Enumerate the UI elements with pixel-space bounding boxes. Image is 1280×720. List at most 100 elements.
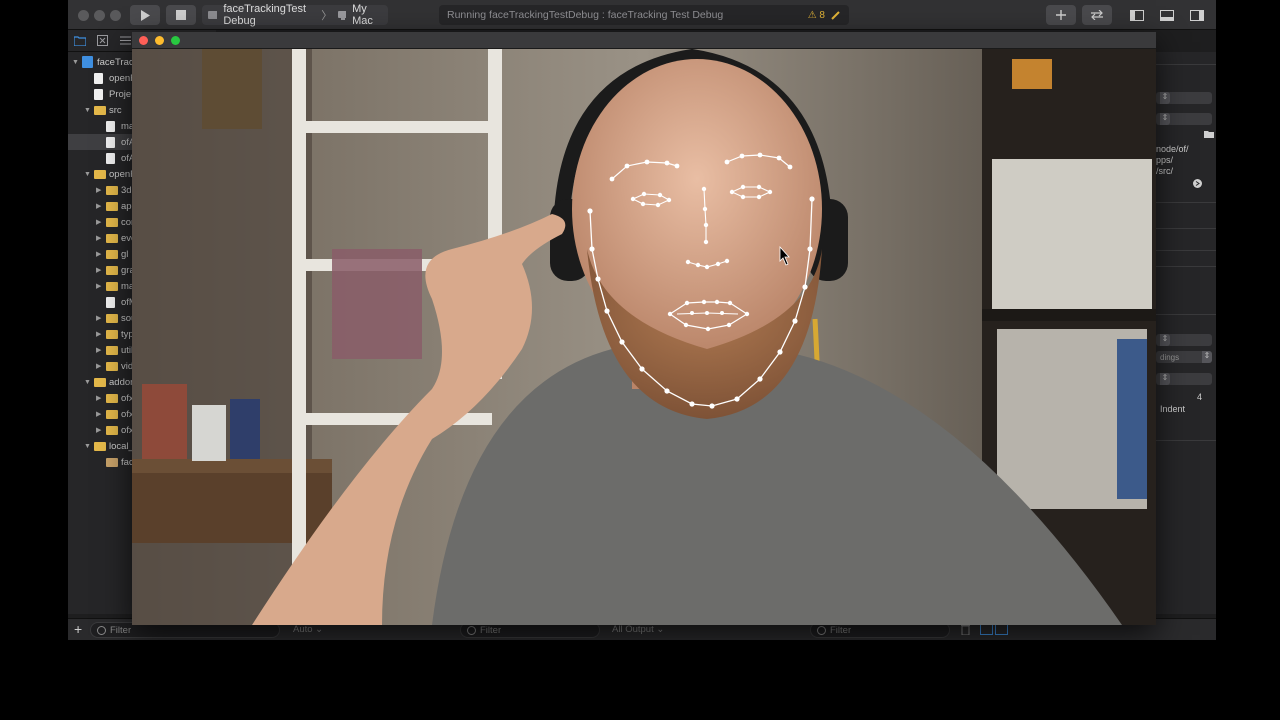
app-title-bar (132, 32, 1156, 49)
disclosure-open-icon[interactable]: ▼ (84, 379, 91, 386)
run-button[interactable] (130, 5, 160, 25)
folder-icon (106, 282, 118, 291)
folder-icon (106, 330, 118, 339)
inspector-popup-2[interactable] (1156, 113, 1212, 125)
navigator-item[interactable]: ▶ ofx (68, 422, 136, 438)
disclosure-open-icon[interactable]: ▼ (84, 171, 91, 178)
toggle-navigator-button[interactable] (1124, 5, 1150, 25)
disclosure-closed-icon[interactable]: ▶ (96, 394, 101, 402)
navigator-item[interactable]: ▶ ofx (68, 406, 136, 422)
auto-variables-popup[interactable]: Auto ⌄ (293, 624, 323, 635)
status-text: Running faceTrackingTestDebug : faceTrac… (447, 9, 724, 21)
disclosure-closed-icon[interactable]: ▶ (96, 330, 101, 338)
navigator-item[interactable]: Proje (68, 86, 136, 102)
trash-icon[interactable] (961, 624, 970, 635)
warning-count[interactable]: ⚠ 8 (808, 10, 825, 21)
app-target-icon (208, 11, 218, 19)
navigator-item[interactable]: ▶ util (68, 342, 136, 358)
disclosure-open-icon[interactable]: ▼ (84, 107, 91, 114)
navigator-item[interactable]: ma (68, 118, 136, 134)
folder-small-icon[interactable] (1204, 130, 1214, 138)
app-close-button[interactable] (139, 36, 148, 45)
folder-icon[interactable] (74, 35, 86, 46)
navigator-item[interactable]: ▶ gra (68, 262, 136, 278)
disclosure-closed-icon[interactable]: ▶ (96, 186, 101, 194)
disclosure-open-icon[interactable]: ▼ (72, 59, 79, 66)
disclosure-closed-icon[interactable]: ▶ (96, 346, 101, 354)
disclosure-closed-icon[interactable]: ▶ (96, 426, 101, 434)
inspector-divider (1156, 314, 1216, 315)
close-button[interactable] (78, 10, 89, 21)
navigator-item[interactable]: ▶ app (68, 198, 136, 214)
disclosure-open-icon[interactable]: ▼ (84, 443, 91, 450)
all-output-popup[interactable]: All Output ⌄ (612, 624, 664, 635)
disclosure-closed-icon[interactable]: ▶ (96, 250, 101, 258)
disclosure-closed-icon[interactable]: ▶ (96, 314, 101, 322)
add-library-button[interactable] (1046, 5, 1076, 25)
scheme-label: faceTrackingTest Debug (223, 3, 307, 27)
navigator-item[interactable]: ▼ openF (68, 166, 136, 182)
indent-using-popup[interactable] (1156, 373, 1212, 385)
navigator-item[interactable]: ▶com (68, 214, 136, 230)
symbol-navigator-icon[interactable] (120, 35, 131, 46)
disclosure-closed-icon[interactable]: ▶ (96, 266, 101, 274)
folder-icon (106, 362, 118, 371)
navigator-item[interactable]: ▶ vid (68, 358, 136, 374)
navigator-item[interactable]: ▶ gl (68, 246, 136, 262)
line-endings-popup[interactable]: dings (1156, 351, 1212, 363)
app-minimize-button[interactable] (155, 36, 164, 45)
play-icon (141, 9, 150, 21)
disclosure-closed-icon[interactable]: ▶ (96, 282, 101, 290)
navigator-item[interactable]: ▼ faceTrac (68, 54, 136, 70)
toggle-inspector-button[interactable] (1184, 5, 1210, 25)
navigator-item[interactable]: ▶ typ (68, 326, 136, 342)
reveal-arrow-icon[interactable] (1193, 179, 1202, 188)
navigator-item[interactable]: ofM (68, 294, 136, 310)
text-encoding-popup[interactable] (1156, 334, 1212, 346)
disclosure-closed-icon[interactable]: ▶ (96, 202, 101, 210)
navigator-item[interactable]: ofA (68, 134, 136, 150)
indent-value[interactable]: 4 (1197, 392, 1202, 402)
disclosure-closed-icon[interactable]: ▶ (96, 410, 101, 418)
navigator-item-label: 3d (121, 184, 132, 196)
navigator-item[interactable]: faceT (68, 454, 136, 470)
disclosure-closed-icon[interactable]: ▶ (96, 234, 101, 242)
navigator-item-label: Proje (109, 88, 132, 100)
navigator-item-label: gl (121, 248, 129, 260)
inspector-divider (1156, 250, 1216, 251)
code-review-button[interactable] (1082, 5, 1112, 25)
split-view-icon[interactable] (980, 624, 1008, 635)
minimize-button[interactable] (94, 10, 105, 21)
folder-icon (106, 202, 118, 211)
disclosure-closed-icon[interactable]: ▶ (96, 218, 101, 226)
file-icon (94, 89, 103, 100)
navigator-item[interactable]: ▼ src (68, 102, 136, 118)
filter-placeholder: Filter (830, 624, 852, 636)
app-zoom-button[interactable] (171, 36, 180, 45)
zoom-button[interactable] (110, 10, 121, 21)
navigator-item[interactable]: ▶ ma (68, 278, 136, 294)
disclosure-closed-icon[interactable]: ▶ (96, 362, 101, 370)
navigator-item[interactable]: ▼ addon (68, 374, 136, 390)
camera-frame-image (132, 49, 1156, 625)
left-panel-icon (1130, 9, 1144, 21)
stop-button[interactable] (166, 5, 196, 25)
source-control-icon[interactable] (97, 35, 108, 46)
navigator-item[interactable]: ▼ local_ (68, 438, 136, 454)
xcode-window: faceTrackingTest Debug 〉 My Mac Running … (68, 0, 1216, 640)
folder-icon (94, 442, 106, 451)
scheme-selector[interactable]: faceTrackingTest Debug 〉 My Mac (202, 3, 388, 27)
path-line: /src/ (1156, 166, 1173, 176)
path-line: node/of/ (1156, 144, 1189, 154)
navigator-item[interactable]: ▶ 3d (68, 182, 136, 198)
navigator-item[interactable]: ▶ sou (68, 310, 136, 326)
inspector-divider (1156, 202, 1216, 203)
inspector-popup-1[interactable] (1156, 92, 1212, 104)
navigator-item[interactable]: ofA (68, 150, 136, 166)
add-file-button[interactable]: + (74, 621, 82, 637)
navigator-item[interactable]: ▶ eve (68, 230, 136, 246)
navigator-item[interactable]: ▶ ofx (68, 390, 136, 406)
face-tracking-app-window (132, 32, 1156, 625)
toggle-debug-button[interactable] (1154, 5, 1180, 25)
navigator-item[interactable]: openF (68, 70, 136, 86)
